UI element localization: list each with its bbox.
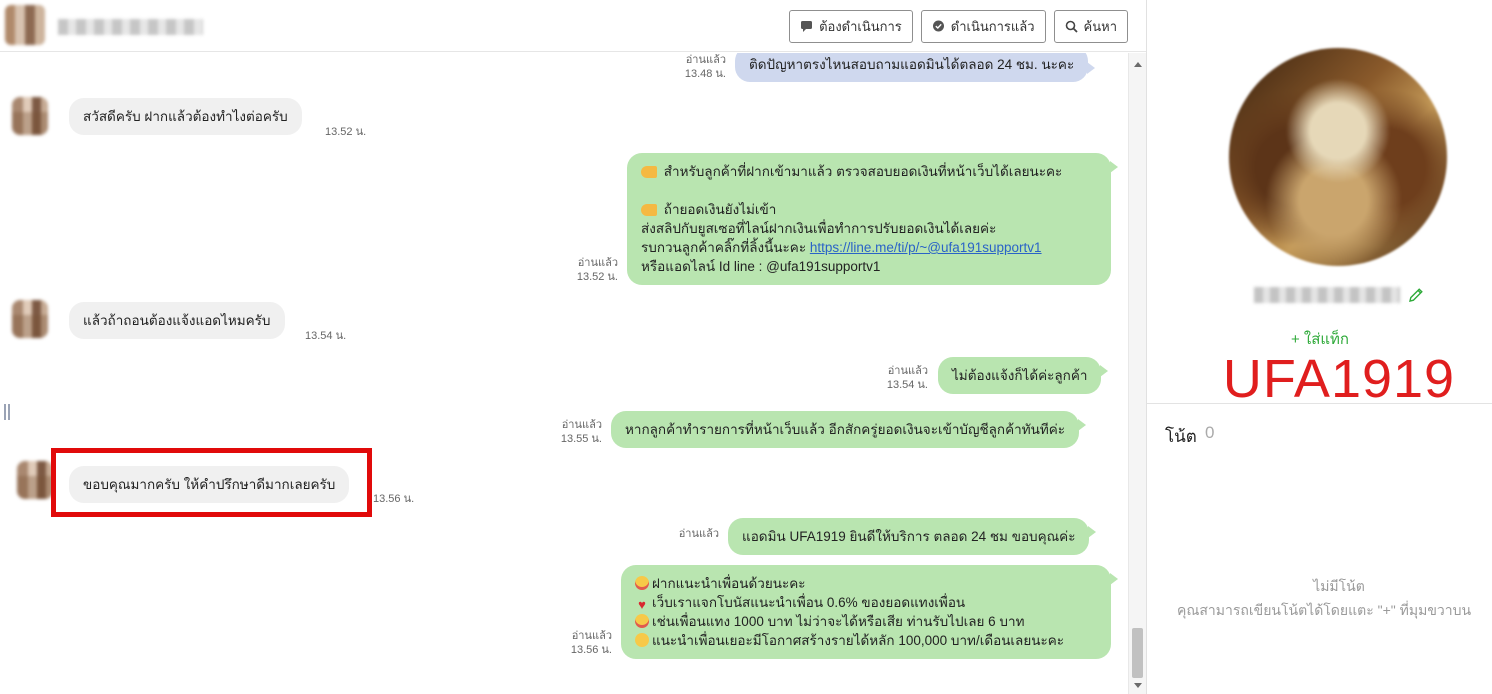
profile-photo[interactable]: [1229, 48, 1447, 266]
heart-icon: ♥: [638, 597, 646, 612]
message-line: ถ้ายอดเงินยังไม่เข้า: [663, 202, 777, 217]
message-line: สำหรับลูกค้าที่ฝากเข้ามาแล้ว ตรวจสอบยอดเ…: [663, 164, 1063, 179]
message-time: 13.52 น.: [576, 271, 618, 283]
message-line: เว็บเราแจกโบนัสแนะนำเพื่อน 0.6% ของยอดแท…: [652, 595, 966, 610]
read-status: อ่านแล้ว: [571, 630, 612, 642]
outgoing-message[interactable]: ติดปัญหาตรงไหนสอบถามแอดมินได้ตลอด 24 ชม.…: [735, 53, 1096, 82]
message-meta: อ่านแล้ว 13.55 น.: [516, 418, 602, 446]
pointing-hand-icon: [641, 204, 657, 216]
message-line: เช่นเพื่อนแทง 1000 บาท ไม่ว่าจะได้หรือเส…: [652, 614, 1025, 629]
header-actions: ต้องดำเนินการ ดำเนินการแล้ว ค้นหา: [789, 10, 1128, 43]
check-bubble-icon: [932, 20, 945, 33]
pencil-icon[interactable]: [1407, 286, 1425, 304]
message-line: หรือแอดไลน์ Id line : @ufa191supportv1: [641, 259, 881, 274]
scroll-down-arrow-icon[interactable]: [1134, 683, 1142, 688]
contact-name-blurred: [58, 19, 203, 35]
pointing-hand-icon: [641, 166, 657, 178]
done-button-label: ดำเนินการแล้ว: [950, 19, 1035, 34]
message-time: 13.54 น.: [886, 379, 928, 391]
notes-count: 0: [1205, 423, 1215, 442]
message-time: 13.54 น.: [305, 330, 347, 342]
message-line: ส่งสลิปกับยูสเซอที่ไลน์ฝากเงินเพื่อทำการ…: [641, 221, 997, 236]
pending-button[interactable]: ต้องดำเนินการ: [789, 10, 913, 43]
message-text: ติดปัญหาตรงไหนสอบถามแอดมินได้ตลอด 24 ชม.…: [749, 57, 1075, 72]
message-meta: อ่านแล้ว 13.52 น.: [532, 256, 618, 284]
chat-header: ต้องดำเนินการ ดำเนินการแล้ว ค้นหา: [0, 0, 1146, 52]
smile-emoji-icon: [635, 633, 649, 647]
message-text: สวัสดีครับ ฝากแล้วต้องทำไงต่อครับ: [83, 109, 288, 124]
resize-handle[interactable]: [4, 404, 10, 420]
profile-name-blurred: [1254, 287, 1400, 303]
heart-eyes-emoji-icon: [635, 576, 649, 590]
outgoing-message[interactable]: สำหรับลูกค้าที่ฝากเข้ามาแล้ว ตรวจสอบยอดเ…: [627, 153, 1118, 285]
contact-avatar[interactable]: [5, 5, 45, 45]
support-line-link[interactable]: https://line.me/ti/p/~@ufa191supportv1: [810, 240, 1042, 255]
read-status: อ่านแล้ว: [561, 419, 602, 431]
read-status: อ่านแล้ว: [678, 528, 719, 540]
message-time: 13.55 น.: [560, 433, 602, 445]
search-button[interactable]: ค้นหา: [1053, 10, 1128, 43]
read-status: อ่านแล้ว: [577, 257, 618, 269]
done-button[interactable]: ดำเนินการแล้ว: [920, 10, 1046, 43]
read-status: อ่านแล้ว: [887, 365, 928, 377]
chat-pane: ต้องดำเนินการ ดำเนินการแล้ว ค้นหา อ่านแล…: [0, 0, 1146, 694]
incoming-message[interactable]: แล้วถ้าถอนต้องแจ้งแอดไหมครับ: [69, 302, 285, 339]
search-button-label: ค้นหา: [1083, 19, 1117, 34]
message-meta: อ่านแล้ว 13.48 น.: [640, 53, 726, 81]
scroll-up-arrow-icon[interactable]: [1134, 62, 1142, 67]
outgoing-message[interactable]: ไม่ต้องแจ้งก็ได้ค่ะลูกค้า: [938, 357, 1109, 394]
contact-avatar[interactable]: [17, 461, 53, 499]
speech-bubble-icon: [800, 20, 813, 33]
search-icon: [1065, 20, 1078, 33]
message-text: หากลูกค้าทำรายการที่หน้าเว็บแล้ว อีกสักค…: [625, 422, 1065, 437]
message-time: 13.56 น.: [570, 644, 612, 656]
notes-empty-title: ไม่มีโน้ต: [1313, 578, 1365, 594]
heart-eyes-emoji-icon: [635, 614, 649, 628]
outgoing-message[interactable]: ฝากแนะนำเพื่อนด้วยนะคะ ♥ เว็บเราแจกโบนัสแ…: [621, 565, 1118, 659]
notes-heading: โน้ต: [1165, 427, 1197, 446]
contact-avatar[interactable]: [12, 97, 48, 135]
message-time: 13.52 น.: [325, 126, 367, 138]
message-line: ฝากแนะนำเพื่อนด้วยนะคะ: [652, 576, 806, 591]
message-time: 13.56 น.: [373, 493, 415, 505]
message-meta: อ่านแล้ว: [633, 527, 719, 541]
outgoing-message[interactable]: แอดมิน UFA1919 ยินดีให้บริการ ตลอด 24 ชม…: [728, 518, 1097, 555]
scrollbar[interactable]: [1128, 53, 1146, 694]
message-time: 13.48 น.: [684, 68, 726, 80]
message-text: แอดมิน UFA1919 ยินดีให้บริการ ตลอด 24 ชม…: [742, 529, 1076, 544]
scroll-thumb[interactable]: [1132, 628, 1143, 678]
divider: [1147, 403, 1492, 404]
message-list: อ่านแล้ว 13.48 น. ติดปัญหาตรงไหนสอบถามแอ…: [0, 53, 1128, 694]
pending-button-label: ต้องดำเนินการ: [819, 19, 902, 34]
message-line: แนะนำเพื่อนเยอะมีโอกาศสร้างรายได้หลัก 10…: [652, 633, 1064, 648]
contact-avatar[interactable]: [12, 300, 48, 338]
incoming-message[interactable]: สวัสดีครับ ฝากแล้วต้องทำไงต่อครับ: [69, 98, 302, 135]
message-meta: อ่านแล้ว 13.56 น.: [526, 629, 612, 657]
read-status: อ่านแล้ว: [685, 54, 726, 66]
profile-pane: + ใส่แท็ก UFA1919 โน้ต 0 ไม่มีโน้ต คุณสา…: [1146, 0, 1492, 694]
message-text: แล้วถ้าถอนต้องแจ้งแอดไหมครับ: [83, 313, 271, 328]
highlight-box: [51, 448, 372, 517]
notes-empty-description: คุณสามารถเขียนโน้ตได้โดยแตะ "+" ที่มุมขว…: [1177, 602, 1472, 618]
message-line: รบกวนลูกค้าคลิ๊กที่ลิ้งนี้นะคะ: [641, 240, 810, 255]
outgoing-message[interactable]: หากลูกค้าทำรายการที่หน้าเว็บแล้ว อีกสักค…: [611, 411, 1086, 448]
message-text: ไม่ต้องแจ้งก็ได้ค่ะลูกค้า: [952, 368, 1088, 383]
message-meta: อ่านแล้ว 13.54 น.: [842, 364, 928, 392]
